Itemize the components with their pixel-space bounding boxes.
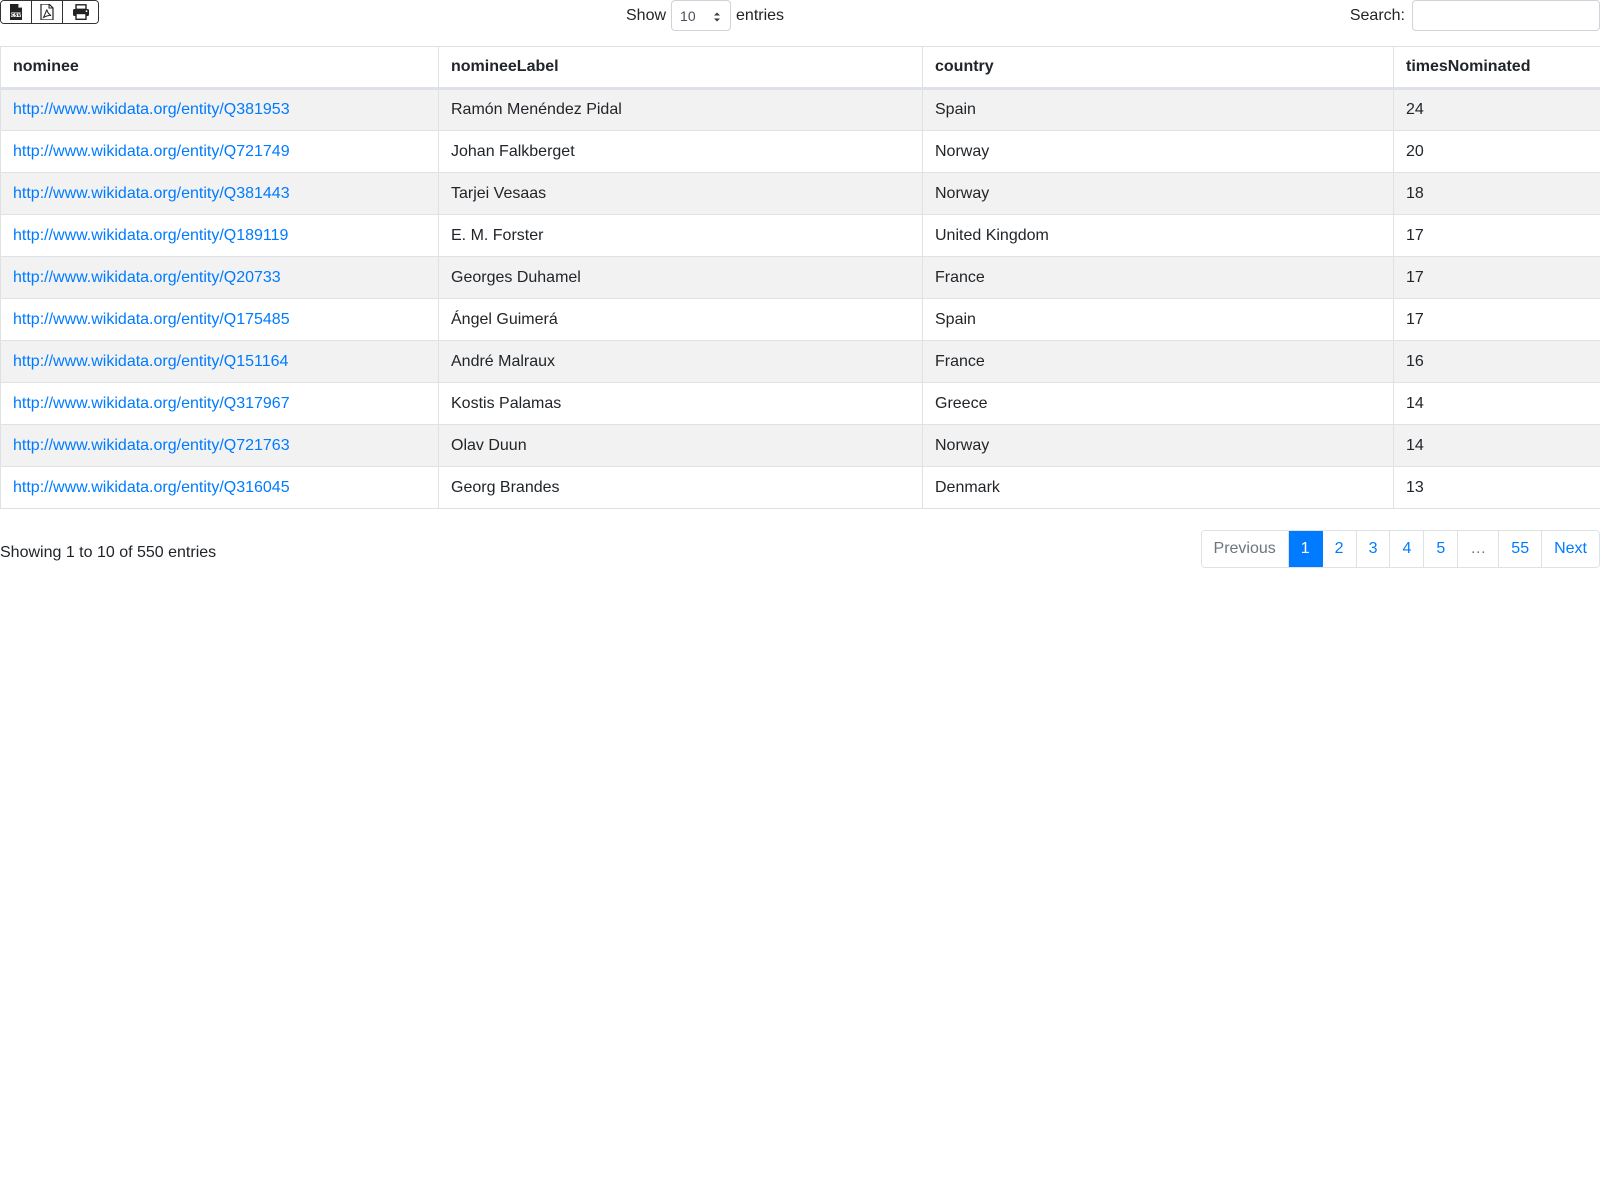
times-nominated-cell: 14 xyxy=(1393,382,1600,425)
show-label: Show xyxy=(626,6,667,24)
nominee-link[interactable]: http://www.wikidata.org/entity/Q381443 xyxy=(13,185,290,202)
nominee-label-cell: Tarjei Vesaas xyxy=(438,172,923,215)
page-length-select[interactable]: 10 xyxy=(671,0,732,31)
svg-text:CSV: CSV xyxy=(11,12,21,17)
table-row: http://www.wikidata.org/entity/Q189119 E… xyxy=(0,214,1600,257)
entries-label: entries xyxy=(736,6,785,24)
nominee-cell: http://www.wikidata.org/entity/Q151164 xyxy=(0,340,439,383)
export-pdf-button[interactable] xyxy=(32,1,63,23)
nominee-label-cell: Olav Duun xyxy=(438,424,923,467)
times-nominated-cell: 20 xyxy=(1393,130,1600,173)
table-info: Showing 1 to 10 of 550 entries xyxy=(0,544,217,561)
country-cell: Norway xyxy=(922,130,1394,173)
country-cell: Spain xyxy=(922,298,1394,341)
times-nominated-cell: 13 xyxy=(1393,466,1600,509)
pagination-ellipsis: … xyxy=(1458,531,1500,567)
csv-file-icon: CSV xyxy=(9,4,23,20)
pagination-page-5[interactable]: 5 xyxy=(1424,531,1459,567)
nominee-label-cell: Ángel Guimerá xyxy=(438,298,923,341)
table-row: http://www.wikidata.org/entity/Q317967 K… xyxy=(0,382,1600,425)
country-cell: Greece xyxy=(922,382,1394,425)
times-nominated-cell: 17 xyxy=(1393,256,1600,299)
print-icon xyxy=(72,4,90,20)
nominee-label-cell: Georges Duhamel xyxy=(438,256,923,299)
column-header-nomineeLabel[interactable]: nomineeLabel xyxy=(438,46,923,90)
nominee-cell: http://www.wikidata.org/entity/Q317967 xyxy=(0,382,439,425)
country-cell: France xyxy=(922,340,1394,383)
table-row: http://www.wikidata.org/entity/Q381443 T… xyxy=(0,172,1600,215)
pagination-previous[interactable]: Previous xyxy=(1201,531,1289,567)
nominee-cell: http://www.wikidata.org/entity/Q721749 xyxy=(0,130,439,173)
results-table: nominee nomineeLabel country timesNomina… xyxy=(0,46,1600,509)
table-row: http://www.wikidata.org/entity/Q721749 J… xyxy=(0,130,1600,173)
table-header-row: nominee nomineeLabel country timesNomina… xyxy=(0,46,1600,90)
country-cell: Norway xyxy=(922,172,1394,215)
times-nominated-cell: 18 xyxy=(1393,172,1600,215)
table-row: http://www.wikidata.org/entity/Q151164 A… xyxy=(0,340,1600,383)
nominee-cell: http://www.wikidata.org/entity/Q20733 xyxy=(0,256,439,299)
times-nominated-cell: 24 xyxy=(1393,88,1600,131)
country-cell: Denmark xyxy=(922,466,1394,509)
pagination-page-1[interactable]: 1 xyxy=(1288,531,1323,567)
pagination-page-4[interactable]: 4 xyxy=(1390,531,1425,567)
nominee-cell: http://www.wikidata.org/entity/Q175485 xyxy=(0,298,439,341)
table-row: http://www.wikidata.org/entity/Q721763 O… xyxy=(0,424,1600,467)
column-header-nominee[interactable]: nominee xyxy=(0,46,439,90)
table-row: http://www.wikidata.org/entity/Q20733 Ge… xyxy=(0,256,1600,299)
country-cell: United Kingdom xyxy=(922,214,1394,257)
print-button[interactable] xyxy=(63,1,98,23)
nominee-cell: http://www.wikidata.org/entity/Q189119 xyxy=(0,214,439,257)
country-cell: Norway xyxy=(922,424,1394,467)
nominee-label-cell: Johan Falkberget xyxy=(438,130,923,173)
export-csv-button[interactable]: CSV xyxy=(1,1,32,23)
nominee-link[interactable]: http://www.wikidata.org/entity/Q175485 xyxy=(13,311,290,328)
times-nominated-cell: 17 xyxy=(1393,214,1600,257)
nominee-link[interactable]: http://www.wikidata.org/entity/Q189119 xyxy=(13,227,288,244)
nominee-link[interactable]: http://www.wikidata.org/entity/Q721749 xyxy=(13,143,290,160)
nominee-cell: http://www.wikidata.org/entity/Q381953 xyxy=(0,88,439,131)
page-length-value: 10 xyxy=(680,7,696,24)
nominee-label-cell: Georg Brandes xyxy=(438,466,923,509)
pdf-file-icon xyxy=(40,4,54,20)
export-button-group: CSV xyxy=(0,0,99,24)
pagination-page-2[interactable]: 2 xyxy=(1322,531,1357,567)
column-header-country[interactable]: country xyxy=(922,46,1394,90)
pagination-next[interactable]: Next xyxy=(1542,531,1599,567)
table-row: http://www.wikidata.org/entity/Q316045 G… xyxy=(0,466,1600,509)
table-row: http://www.wikidata.org/entity/Q175485 Á… xyxy=(0,298,1600,341)
nominee-link[interactable]: http://www.wikidata.org/entity/Q20733 xyxy=(13,269,281,286)
search-label: Search: xyxy=(1349,6,1405,24)
nominee-link[interactable]: http://www.wikidata.org/entity/Q317967 xyxy=(13,395,290,412)
nominee-cell: http://www.wikidata.org/entity/Q721763 xyxy=(0,424,439,467)
pagination: Previous 1 2 3 4 5 … 55 Next xyxy=(1200,530,1600,568)
search-input[interactable] xyxy=(1412,0,1600,31)
nominee-label-cell: Ramón Menéndez Pidal xyxy=(438,88,923,131)
times-nominated-cell: 16 xyxy=(1393,340,1600,383)
pagination-page-3[interactable]: 3 xyxy=(1356,531,1391,567)
nominee-cell: http://www.wikidata.org/entity/Q381443 xyxy=(0,172,439,215)
page-length-control: Show 10 entries xyxy=(626,0,784,31)
select-arrows-icon xyxy=(713,10,721,22)
table-row: http://www.wikidata.org/entity/Q381953 R… xyxy=(0,88,1600,131)
country-cell: Spain xyxy=(922,88,1394,131)
page: CSV Show 10 entries Search: nominee nomi… xyxy=(0,0,1600,1200)
column-header-timesNominated[interactable]: timesNominated xyxy=(1393,46,1600,90)
nominee-label-cell: Kostis Palamas xyxy=(438,382,923,425)
pagination-page-last[interactable]: 55 xyxy=(1499,531,1543,567)
nominee-link[interactable]: http://www.wikidata.org/entity/Q381953 xyxy=(13,101,290,118)
nominee-label-cell: André Malraux xyxy=(438,340,923,383)
country-cell: France xyxy=(922,256,1394,299)
search-control: Search: xyxy=(1350,0,1600,31)
times-nominated-cell: 14 xyxy=(1393,424,1600,467)
nominee-link[interactable]: http://www.wikidata.org/entity/Q316045 xyxy=(13,479,290,496)
nominee-cell: http://www.wikidata.org/entity/Q316045 xyxy=(0,466,439,509)
times-nominated-cell: 17 xyxy=(1393,298,1600,341)
nominee-link[interactable]: http://www.wikidata.org/entity/Q721763 xyxy=(13,437,290,454)
table-controls: CSV Show 10 entries Search: xyxy=(0,0,1600,44)
nominee-label-cell: E. M. Forster xyxy=(438,214,923,257)
nominee-link[interactable]: http://www.wikidata.org/entity/Q151164 xyxy=(13,353,288,370)
